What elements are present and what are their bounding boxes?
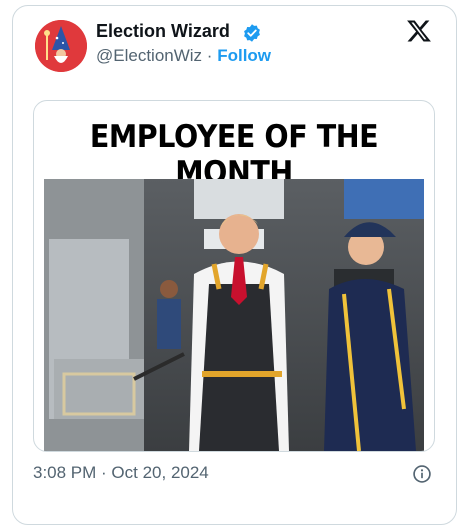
author-handle[interactable]: @ElectionWiz	[96, 46, 202, 65]
kitchen-photo	[44, 179, 424, 451]
post-timestamp[interactable]: 3:08 PM · Oct 20, 2024	[33, 463, 209, 483]
author-meta-row: @ElectionWiz · Follow	[96, 46, 271, 66]
meta-separator: ·	[206, 46, 213, 65]
author-display-name[interactable]: Election Wizard	[96, 21, 230, 42]
verified-badge-icon	[244, 24, 260, 42]
avatar[interactable]	[35, 20, 87, 72]
follow-button[interactable]: Follow	[217, 46, 271, 65]
info-icon[interactable]	[412, 464, 432, 484]
wizard-avatar-image	[35, 20, 87, 72]
post-media-image[interactable]: EMPLOYEE OF THE MONTH	[33, 100, 435, 452]
x-logo-icon[interactable]	[405, 18, 433, 44]
